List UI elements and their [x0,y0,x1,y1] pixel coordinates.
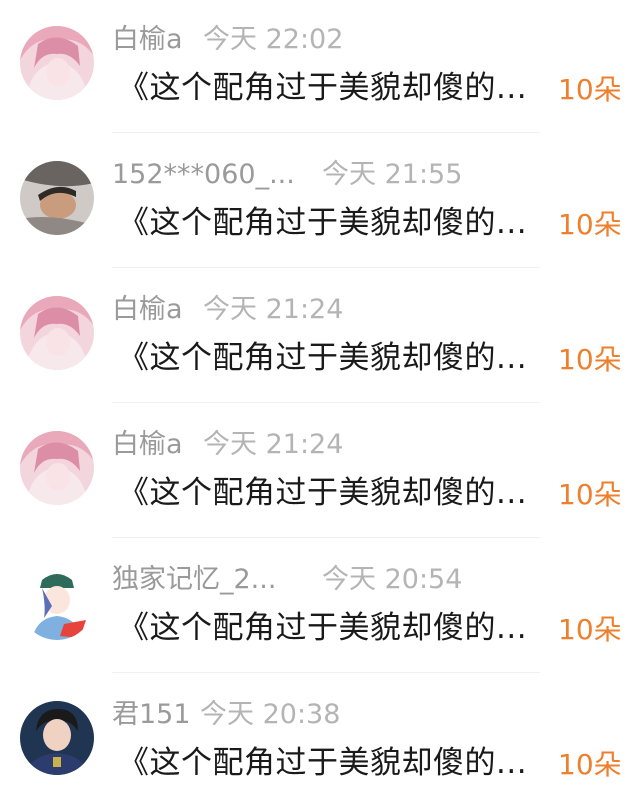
list-item[interactable]: 独家记忆_2... 今天 20:54 《这个配角过于美貌却傻的... 10朵 [0,540,640,675]
pink-hair-avatar-icon [20,431,94,505]
avatar[interactable] [20,566,94,640]
user-name[interactable]: 152***060_... [112,157,295,193]
timestamp: 今天 20:38 [200,699,341,730]
timestamp: 今天 21:24 [203,429,344,460]
user-name[interactable]: 白榆a [112,22,183,58]
user-name[interactable]: 白榆a [112,292,183,328]
book-title: 《这个配角过于美貌却傻的... [118,475,528,511]
book-title: 《这个配角过于美貌却傻的... [118,610,528,646]
avatar[interactable] [20,701,94,775]
user-name[interactable]: 独家记忆_2... [112,562,276,598]
user-name[interactable]: 白榆a [112,427,183,463]
avatar[interactable] [20,26,94,100]
avatar[interactable] [20,161,94,235]
timestamp: 今天 21:24 [203,294,344,325]
list-item[interactable]: 白榆a 今天 21:24 《这个配角过于美貌却傻的... 10朵 [0,405,640,540]
avatar[interactable] [20,296,94,370]
flower-count: 10朵 [558,478,622,511]
list-item[interactable]: 白榆a 今天 22:02 《这个配角过于美貌却傻的... 10朵 [0,0,640,135]
cartoon-cap-avatar-icon [20,566,94,640]
user-name[interactable]: 君151 [112,697,191,733]
divider [112,672,540,673]
sleeping-person-avatar-icon [20,161,94,235]
avatar[interactable] [20,431,94,505]
book-title: 《这个配角过于美貌却傻的... [118,745,528,781]
flower-count: 10朵 [558,748,622,781]
divider [112,132,540,133]
pink-hair-avatar-icon [20,296,94,370]
timestamp: 今天 21:55 [322,159,463,190]
divider [112,267,540,268]
flower-count: 10朵 [558,343,622,376]
gift-record-list: 白榆a 今天 22:02 《这个配角过于美貌却傻的... 10朵 152***0… [0,0,640,809]
flower-count: 10朵 [558,208,622,241]
timestamp: 今天 20:54 [322,564,463,595]
book-title: 《这个配角过于美貌却傻的... [118,205,528,241]
flower-count: 10朵 [558,73,622,106]
flower-count: 10朵 [558,613,622,646]
book-title: 《这个配角过于美貌却傻的... [118,70,528,106]
divider [112,402,540,403]
list-item[interactable]: 君151 今天 20:38 《这个配角过于美貌却傻的... 10朵 [0,675,640,809]
pink-hair-avatar-icon [20,26,94,100]
book-title: 《这个配角过于美貌却傻的... [118,340,528,376]
young-man-avatar-icon [20,701,94,775]
list-item[interactable]: 152***060_... 今天 21:55 《这个配角过于美貌却傻的... 1… [0,135,640,270]
divider [112,537,540,538]
list-item[interactable]: 白榆a 今天 21:24 《这个配角过于美貌却傻的... 10朵 [0,270,640,405]
timestamp: 今天 22:02 [203,24,344,55]
